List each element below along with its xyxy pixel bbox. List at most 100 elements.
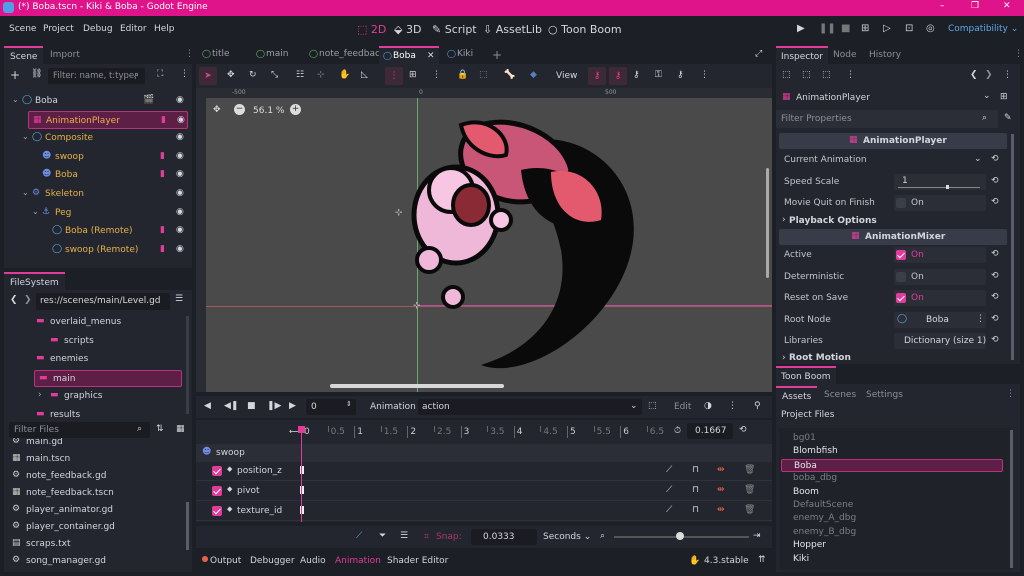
snap-toggle-icon[interactable]: ⋮: [385, 67, 403, 85]
tab-import[interactable]: Import: [50, 50, 80, 60]
visibility-icon[interactable]: ◉: [176, 207, 184, 217]
loop-wrap-icon[interactable]: ⇹: [717, 485, 725, 495]
project-file-item[interactable]: boba_dbg: [781, 472, 1003, 485]
tab-script[interactable]: ✎ Script: [432, 23, 477, 36]
visibility-icon[interactable]: ◉: [176, 225, 184, 235]
loop-wrap-icon[interactable]: ⇹: [717, 505, 725, 515]
dock-menu-icon[interactable]: ⋮: [185, 49, 194, 59]
movie-icon[interactable]: 🎬: [143, 95, 154, 105]
editor-tab-main[interactable]: ◯ main: [252, 46, 300, 64]
bottom-tab-audio[interactable]: Audio: [300, 556, 326, 566]
object-history-icon[interactable]: ⊞: [1000, 92, 1008, 102]
close-button[interactable]: ✕: [1003, 1, 1011, 11]
tab-2d[interactable]: ⬚ 2D: [357, 23, 386, 36]
add-tab-icon[interactable]: +: [492, 48, 502, 62]
loop-icon[interactable]: ⟲: [739, 425, 747, 435]
insert-key-icon[interactable]: ⚿: [655, 70, 662, 80]
play-backwards-icon[interactable]: ◀❚: [224, 401, 238, 411]
viewport-vscrollbar[interactable]: [766, 168, 769, 278]
resource-menu-icon[interactable]: ⋮: [846, 70, 855, 80]
play-from-start-icon[interactable]: ❚▶: [267, 401, 281, 411]
tab-settings[interactable]: Settings: [866, 390, 903, 400]
property-value-field[interactable]: On: [894, 268, 986, 285]
revert-icon[interactable]: ⟲: [991, 176, 999, 186]
fs-folder[interactable]: ▬ overlaid_menus: [4, 314, 184, 331]
viewport-hscrollbar[interactable]: [330, 384, 504, 388]
revert-icon[interactable]: ⟲: [991, 314, 999, 324]
viewport[interactable]: -500 0 500 ✥ − 56.1 % + ⊹ ⊹: [196, 88, 772, 392]
key-loc-icon[interactable]: ⚷: [588, 67, 606, 85]
scene-menu-icon[interactable]: ⋮: [180, 69, 189, 79]
visibility-icon[interactable]: ◉: [177, 115, 185, 125]
play-icon[interactable]: ▶: [797, 23, 805, 34]
auto-key-icon[interactable]: ⚷: [677, 70, 684, 80]
lock-icon[interactable]: 🔒: [457, 70, 468, 80]
scene-tree-item[interactable]: ☻ Boba ▮ ◉: [4, 166, 190, 184]
toonboom-title[interactable]: Toon Boom: [776, 366, 836, 384]
fs-file[interactable]: ⚙ note_feedback.gd: [4, 468, 184, 484]
distraction-free-icon[interactable]: ⤢: [755, 49, 762, 59]
snap-input[interactable]: 0.0333: [471, 529, 537, 545]
menu-help[interactable]: Help: [154, 24, 175, 34]
scene-tree-item[interactable]: ⌄ ◯ Boba 🎬 ◉: [4, 92, 190, 110]
snap-icon[interactable]: ⌗: [424, 532, 429, 542]
edit-button[interactable]: Edit: [674, 402, 691, 412]
fs-file[interactable]: ▦ note_feedback.tscn: [4, 485, 184, 501]
renderer-select[interactable]: Compatibility ⌄: [948, 24, 1018, 34]
chevron-right-icon[interactable]: ›: [38, 390, 42, 400]
onion-skin-icon[interactable]: ◑: [704, 401, 712, 411]
minimize-button[interactable]: –: [940, 1, 945, 11]
editor-tab-note_feedback[interactable]: ◯ note_feedback: [305, 46, 385, 64]
project-file-item[interactable]: DefaultScene: [781, 499, 1003, 512]
track-enabled-checkbox[interactable]: [212, 466, 222, 476]
movie-icon[interactable]: ◎: [926, 23, 935, 34]
tab-filesystem[interactable]: FileSystem: [4, 272, 65, 290]
zoom-out-button[interactable]: −: [234, 104, 245, 115]
maximize-button[interactable]: ❐: [971, 1, 979, 11]
key-scale-icon[interactable]: ⚷: [633, 70, 640, 80]
menu-project[interactable]: Project: [43, 24, 74, 34]
bottom-tab-debugger[interactable]: Debugger: [250, 556, 295, 566]
fs-file[interactable]: ▦ main.tscn: [4, 451, 184, 467]
layer-icon[interactable]: ◆: [530, 70, 537, 80]
animation-track[interactable]: ◆ position_z ⟋ ⊓ ⇹ 🗑: [196, 462, 772, 481]
visibility-icon[interactable]: ◉: [176, 169, 184, 179]
script-icon[interactable]: ▮: [161, 115, 166, 125]
editor-tab-boba[interactable]: ◯ Boba ✕: [379, 46, 439, 64]
menu-editor[interactable]: Editor: [120, 24, 147, 34]
fs-file[interactable]: ⚙ song_manager.gd: [4, 553, 184, 569]
chevron-down-icon[interactable]: ⌄: [983, 91, 991, 101]
fs-path-input[interactable]: res://scenes/main/Level.gd: [36, 293, 170, 310]
zoom-slider-handle[interactable]: [676, 532, 684, 540]
fs-file[interactable]: ▤ scraps.txt: [4, 536, 184, 552]
section-animationplayer[interactable]: ▦ AnimationPlayer: [779, 133, 1007, 149]
group-playback-options[interactable]: › Playback Options: [779, 214, 1007, 228]
visibility-icon[interactable]: ◉: [176, 132, 184, 142]
link-icon[interactable]: ⛓: [31, 69, 42, 79]
fs-files-scrollbar[interactable]: [186, 502, 189, 550]
update-mode-icon[interactable]: ⊓: [692, 485, 699, 495]
script-icon[interactable]: ▮: [160, 244, 165, 254]
save-resource-icon[interactable]: ⬚: [822, 70, 831, 80]
fs-folder[interactable]: ▬ results: [4, 407, 184, 419]
fs-scrollbar[interactable]: [186, 316, 189, 414]
zoom-level[interactable]: 56.1 %: [253, 106, 284, 116]
stop-animation-icon[interactable]: ■: [247, 401, 256, 411]
editor-tab-kiki[interactable]: ◯ Kiki: [443, 46, 491, 64]
chevron-down-icon[interactable]: ⌄: [32, 207, 39, 216]
fs-file[interactable]: ⚙ player_container.gd: [4, 519, 184, 535]
script-icon[interactable]: ▮: [160, 151, 165, 161]
project-file-item[interactable]: Boom: [781, 486, 1003, 499]
split-view-icon[interactable]: ☰: [175, 294, 183, 304]
fs-filter-input[interactable]: Filter Files ⌕: [9, 422, 150, 438]
visibility-icon[interactable]: ◉: [176, 244, 184, 254]
chevron-down-icon[interactable]: ⌄: [974, 154, 982, 164]
property-filter-input[interactable]: Filter Properties ⌕: [776, 110, 998, 128]
tab-node[interactable]: Node: [833, 50, 857, 60]
fs-file[interactable]: ⚙ main.gd: [4, 438, 184, 450]
move-tool-icon[interactable]: ✥: [227, 70, 235, 80]
kebab-icon[interactable]: ⋮: [976, 314, 985, 324]
property-value-field[interactable]: Dictionary (size 1): [894, 333, 986, 349]
visibility-icon[interactable]: ◉: [176, 95, 184, 105]
interpolation-icon[interactable]: ⟋: [666, 505, 672, 515]
